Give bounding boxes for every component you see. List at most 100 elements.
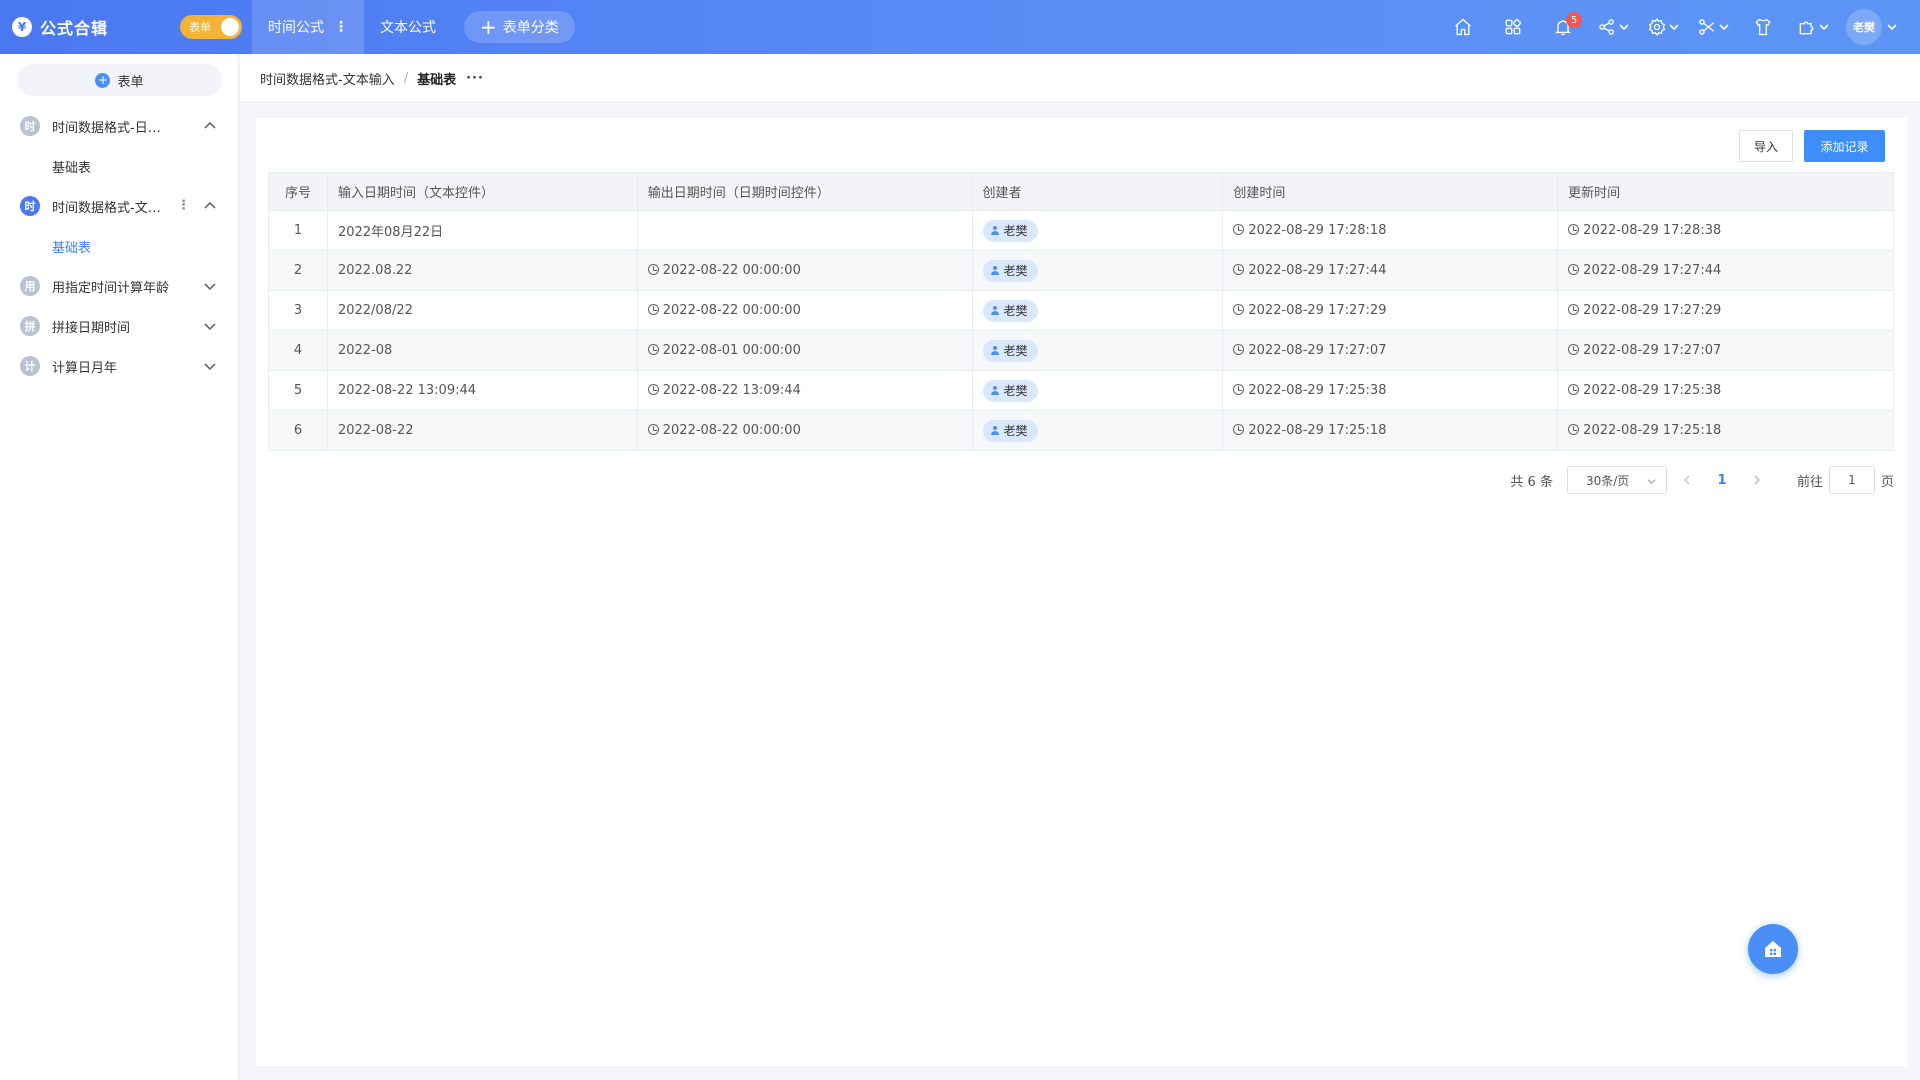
app-logo[interactable]: ¥ 公式合辑 <box>12 15 167 39</box>
column-header[interactable]: 创建者 <box>971 172 1224 211</box>
next-page-button[interactable] <box>1743 466 1771 494</box>
table-row[interactable]: 4 2022-08 2022-08-01 00:00:00 老樊 2022-08… <box>268 330 1894 371</box>
clock-icon <box>647 264 659 275</box>
cell-output: 2022-08-01 00:00:00 <box>636 330 973 371</box>
prev-page-button[interactable] <box>1673 466 1701 494</box>
sidebar-item-date-control[interactable]: 时 时间数据格式-日期控件 <box>0 106 238 146</box>
tools-icon[interactable] <box>1688 0 1738 54</box>
apps-icon[interactable] <box>1488 0 1538 54</box>
goto-page-input[interactable]: 1 <box>1828 466 1875 494</box>
more-vertical-icon[interactable]: ⋮ <box>177 198 190 213</box>
breadcrumb-parent[interactable]: 时间数据格式-文本输入 <box>260 69 395 88</box>
tab-time-formula[interactable]: 时间公式 ⋮ <box>252 0 364 54</box>
sidebar-subitem-basic-table[interactable]: 基础表 <box>0 146 238 186</box>
breadcrumb-current: 基础表 <box>417 72 457 88</box>
creator-tag: 老樊 <box>982 339 1038 362</box>
chevron-down-icon <box>1647 475 1656 485</box>
chevron-down-icon <box>1819 24 1829 31</box>
chevron-down-icon[interactable] <box>204 360 216 372</box>
sidebar-item-age-calc[interactable]: 用 用指定时间计算年龄 <box>0 266 238 306</box>
sidebar-item-calc-dmy[interactable]: 计 计算日月年 <box>0 346 238 386</box>
page-size-select[interactable]: 30条/页 <box>1566 466 1667 494</box>
toggle-knob <box>221 18 239 36</box>
home-icon[interactable] <box>1438 0 1488 54</box>
import-button[interactable]: 导入 <box>1739 130 1793 162</box>
tab-text-formula[interactable]: 文本公式 <box>364 0 452 54</box>
puzzle-icon[interactable] <box>1788 0 1838 54</box>
add-category-button[interactable]: + 表单分类 <box>464 11 575 43</box>
table-row[interactable]: 6 2022-08-22 2022-08-22 00:00:00 老樊 2022… <box>268 410 1894 451</box>
clock-icon <box>1568 304 1580 315</box>
chevron-up-icon[interactable] <box>204 120 216 132</box>
creator-tag: 老樊 <box>982 219 1038 242</box>
more-horizontal-icon[interactable]: ··· <box>466 71 484 86</box>
chevron-down-icon[interactable] <box>204 280 216 292</box>
group-icon: 时 <box>20 196 40 216</box>
sidebar-item-label: 用指定时间计算年龄 <box>52 280 170 296</box>
column-header[interactable]: 更新时间 <box>1557 172 1894 211</box>
user-icon <box>990 226 999 235</box>
cell-input: 2022/08/22 <box>326 290 638 331</box>
cell-input: 2022-08 <box>326 330 638 371</box>
app-title: 公式合辑 <box>40 19 109 38</box>
form-mode-toggle[interactable]: 表单 <box>180 15 242 39</box>
sidebar-item-label: 计算日月年 <box>52 360 118 376</box>
table-row[interactable]: 5 2022-08-22 13:09:44 2022-08-22 13:09:4… <box>268 370 1894 411</box>
user-icon <box>990 306 999 315</box>
user-menu[interactable]: 老樊 <box>1846 0 1900 54</box>
updated-time: 2022-08-29 17:27:44 <box>1583 263 1722 278</box>
column-header[interactable]: 输出日期时间（日期时间控件） <box>636 172 973 211</box>
creator-tag: 老樊 <box>982 259 1038 282</box>
sidebar-item-concat-datetime[interactable]: 拼 拼接日期时间 <box>0 306 238 346</box>
output-time: 2022-08-22 00:00:00 <box>662 263 801 278</box>
breadcrumb: 时间数据格式-文本输入 / 基础表 ··· <box>240 54 1920 103</box>
cell-input: 2022年08月22日 <box>326 210 638 251</box>
cell-created: 2022-08-29 17:27:29 <box>1222 290 1559 331</box>
column-header[interactable]: 创建时间 <box>1222 172 1559 211</box>
notification-badge: 5 <box>1566 12 1582 28</box>
chevron-right-icon <box>1754 475 1761 485</box>
column-header[interactable]: 序号 <box>268 172 328 211</box>
tab-label: 时间公式 <box>268 20 324 36</box>
table-row[interactable]: 3 2022/08/22 2022-08-22 00:00:00 老樊 2022… <box>268 290 1894 331</box>
tab-label: 文本公式 <box>380 20 436 36</box>
chevron-down-icon[interactable] <box>204 320 216 332</box>
cell-updated: 2022-08-29 17:27:29 <box>1557 290 1894 331</box>
share-icon[interactable] <box>1588 0 1638 54</box>
add-record-button[interactable]: 添加记录 <box>1804 130 1885 162</box>
sidebar-item-text-input[interactable]: 时 时间数据格式-文本输入 ⋮ <box>0 186 238 226</box>
clock-icon <box>1233 424 1245 435</box>
sidebar-subitem-basic-table-active[interactable]: 基础表 <box>0 226 238 266</box>
toggle-label: 表单 <box>189 21 211 34</box>
gear-icon[interactable] <box>1638 0 1688 54</box>
table-row[interactable]: 1 2022年08月22日 老樊 2022-08-29 17:28:18 202… <box>268 210 1894 251</box>
table-card: 导入 添加记录 序号 输入日期时间（文本控件） 输出日期时间（日期时间控件） 创… <box>256 118 1907 1066</box>
plus-icon: + <box>480 15 497 39</box>
group-icon: 计 <box>20 356 40 376</box>
cell-updated: 2022-08-29 17:25:38 <box>1557 370 1894 411</box>
clock-icon <box>1233 264 1245 275</box>
add-form-button[interactable]: + 表单 <box>17 64 222 96</box>
chevron-down-icon <box>1882 0 1900 54</box>
clock-icon <box>1568 384 1580 395</box>
column-header[interactable]: 输入日期时间（文本控件） <box>326 172 638 211</box>
home-fab-button[interactable] <box>1748 924 1798 974</box>
created-time: 2022-08-29 17:27:29 <box>1248 303 1387 318</box>
updated-time: 2022-08-29 17:27:07 <box>1583 343 1722 358</box>
clock-icon <box>647 384 659 395</box>
bell-icon[interactable]: 5 <box>1538 0 1588 54</box>
table-row[interactable]: 2 2022.08.22 2022-08-22 00:00:00 老樊 2022… <box>268 250 1894 291</box>
chevron-down-icon <box>1719 24 1729 31</box>
cell-input: 2022.08.22 <box>326 250 638 291</box>
group-icon: 拼 <box>20 316 40 336</box>
chevron-up-icon[interactable] <box>204 200 216 212</box>
cell-output: 2022-08-22 00:00:00 <box>636 410 973 451</box>
shirt-icon[interactable] <box>1738 0 1788 54</box>
more-vertical-icon[interactable]: ⋮ <box>334 19 348 35</box>
cell-creator: 老樊 <box>971 330 1224 371</box>
chevron-down-icon <box>1669 24 1679 31</box>
chevron-down-icon <box>1619 24 1629 31</box>
pagination: 共 6 条 30条/页 1 前往 1 页 <box>256 466 1894 494</box>
page-number-current[interactable]: 1 <box>1707 473 1737 488</box>
cell-index: 4 <box>268 330 328 371</box>
